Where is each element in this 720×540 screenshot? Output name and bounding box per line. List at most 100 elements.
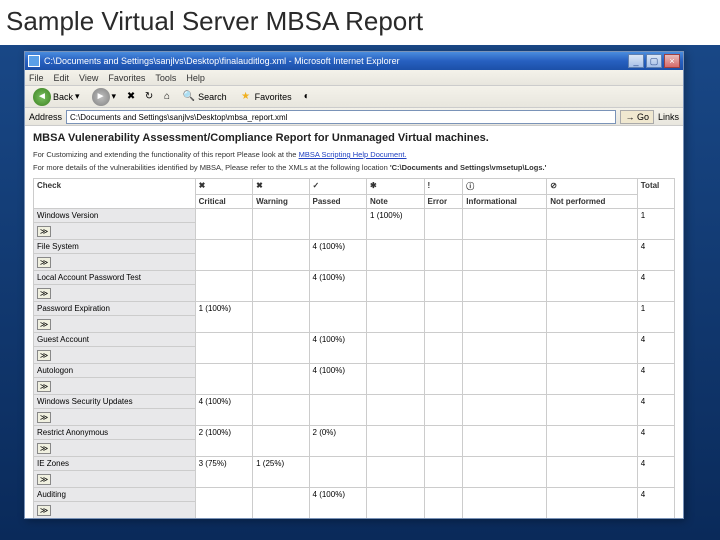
- stop-icon[interactable]: ✖: [124, 90, 138, 104]
- forward-icon: ►: [92, 88, 110, 106]
- col-error: Error: [424, 195, 463, 209]
- cell-notperformed: [547, 426, 638, 457]
- cell-informational: [463, 333, 547, 364]
- expand-button[interactable]: ≫: [37, 505, 51, 516]
- check-name: Password Expiration: [34, 302, 196, 316]
- cell-note: [367, 240, 425, 271]
- expand-button[interactable]: ≫: [37, 474, 51, 485]
- back-label: Back: [53, 92, 73, 102]
- cell-error: [424, 488, 463, 519]
- error-icon: !: [424, 179, 463, 195]
- menu-view[interactable]: View: [79, 73, 98, 83]
- close-button[interactable]: ×: [664, 54, 680, 68]
- search-button[interactable]: 🔍 Search: [178, 89, 231, 105]
- expand-button[interactable]: ≫: [37, 443, 51, 454]
- ie-icon: [28, 55, 40, 67]
- cell-note: [367, 364, 425, 395]
- note-icon: ✱: [367, 179, 425, 195]
- cell-informational: [463, 426, 547, 457]
- expand-button[interactable]: ≫: [37, 319, 51, 330]
- report-subline-2: For more details of the vulnerabilities …: [33, 163, 675, 172]
- warning-icon: ✖: [253, 179, 309, 195]
- cell-error: [424, 333, 463, 364]
- expand-button[interactable]: ≫: [37, 381, 51, 392]
- menu-favorites[interactable]: Favorites: [108, 73, 145, 83]
- cell-warning: [253, 209, 309, 240]
- address-bar: Address C:\Documents and Settings\sanjlv…: [25, 108, 683, 126]
- cell-passed: [309, 302, 367, 333]
- cell-critical: 2 (100%): [195, 426, 253, 457]
- report-subline-1: For Customizing and extending the functi…: [33, 150, 675, 159]
- check-name: Autologon: [34, 364, 196, 378]
- maximize-button[interactable]: ▢: [646, 54, 662, 68]
- subline1-text: For Customizing and extending the functi…: [33, 150, 299, 159]
- forward-button[interactable]: ► ▾: [88, 87, 121, 107]
- cell-informational: [463, 209, 547, 240]
- check-name: Restrict Anonymous: [34, 426, 196, 440]
- cell-error: [424, 302, 463, 333]
- expand-button[interactable]: ≫: [37, 226, 51, 237]
- back-button[interactable]: ◄ Back ▾: [29, 87, 84, 107]
- help-doc-link[interactable]: MBSA Scripting Help Document.: [299, 150, 407, 159]
- back-icon: ◄: [33, 88, 51, 106]
- cell-informational: [463, 240, 547, 271]
- cell-passed: 4 (100%): [309, 240, 367, 271]
- window-title: C:\Documents and Settings\sanjlvs\Deskto…: [44, 56, 628, 66]
- col-total: Total: [637, 179, 674, 209]
- expand-button[interactable]: ≫: [37, 412, 51, 423]
- cell-critical: [195, 333, 253, 364]
- menu-edit[interactable]: Edit: [54, 73, 70, 83]
- expand-cell: ≫: [34, 378, 196, 395]
- cell-critical: [195, 271, 253, 302]
- home-icon[interactable]: ⌂: [160, 90, 174, 104]
- cell-passed: [309, 209, 367, 240]
- cell-warning: [253, 364, 309, 395]
- cell-informational: [463, 364, 547, 395]
- check-name: Auditing: [34, 488, 196, 502]
- cell-error: [424, 209, 463, 240]
- cell-warning: [253, 488, 309, 519]
- minimize-button[interactable]: _: [628, 54, 644, 68]
- cell-note: [367, 395, 425, 426]
- cell-warning: 1 (25%): [253, 457, 309, 488]
- expand-button[interactable]: ≫: [37, 288, 51, 299]
- col-note: Note: [367, 195, 425, 209]
- cell-total: 4: [637, 240, 674, 271]
- favorites-button[interactable]: ★ Favorites: [235, 89, 296, 105]
- cell-warning: [253, 333, 309, 364]
- star-icon: ★: [239, 90, 253, 104]
- media-icon[interactable]: ◐: [300, 90, 314, 104]
- toolbar: ◄ Back ▾ ► ▾ ✖ ↻ ⌂ 🔍 Search ★ Favorites …: [25, 86, 683, 108]
- expand-cell: ≫: [34, 440, 196, 457]
- cell-note: [367, 488, 425, 519]
- check-name: Local Account Password Test: [34, 271, 196, 285]
- expand-cell: ≫: [34, 409, 196, 426]
- refresh-icon[interactable]: ↻: [142, 90, 156, 104]
- cell-notperformed: [547, 488, 638, 519]
- cell-passed: 4 (100%): [309, 364, 367, 395]
- check-name: IE Zones: [34, 457, 196, 471]
- expand-cell: ≫: [34, 316, 196, 333]
- menu-tools[interactable]: Tools: [155, 73, 176, 83]
- menu-help[interactable]: Help: [186, 73, 205, 83]
- links-label[interactable]: Links: [658, 112, 679, 122]
- cell-passed: [309, 457, 367, 488]
- cell-warning: [253, 302, 309, 333]
- check-name: File System: [34, 240, 196, 254]
- table-row: Windows Security Updates4 (100%)4: [34, 395, 675, 409]
- cell-passed: 4 (100%): [309, 271, 367, 302]
- subline2-text: For more details of the vulnerabilities …: [33, 163, 390, 172]
- expand-button[interactable]: ≫: [37, 257, 51, 268]
- cell-notperformed: [547, 457, 638, 488]
- col-check: Check: [34, 179, 196, 209]
- menu-file[interactable]: File: [29, 73, 44, 83]
- address-input[interactable]: C:\Documents and Settings\sanjlvs\Deskto…: [66, 110, 616, 124]
- expand-button[interactable]: ≫: [37, 350, 51, 361]
- col-critical: Critical: [195, 195, 253, 209]
- cell-critical: 1 (100%): [195, 302, 253, 333]
- cell-note: [367, 271, 425, 302]
- ie-window: C:\Documents and Settings\sanjlvs\Deskto…: [24, 51, 684, 519]
- cell-total: 4: [637, 488, 674, 519]
- critical-icon: ✖: [195, 179, 253, 195]
- go-button[interactable]: → Go: [620, 110, 654, 124]
